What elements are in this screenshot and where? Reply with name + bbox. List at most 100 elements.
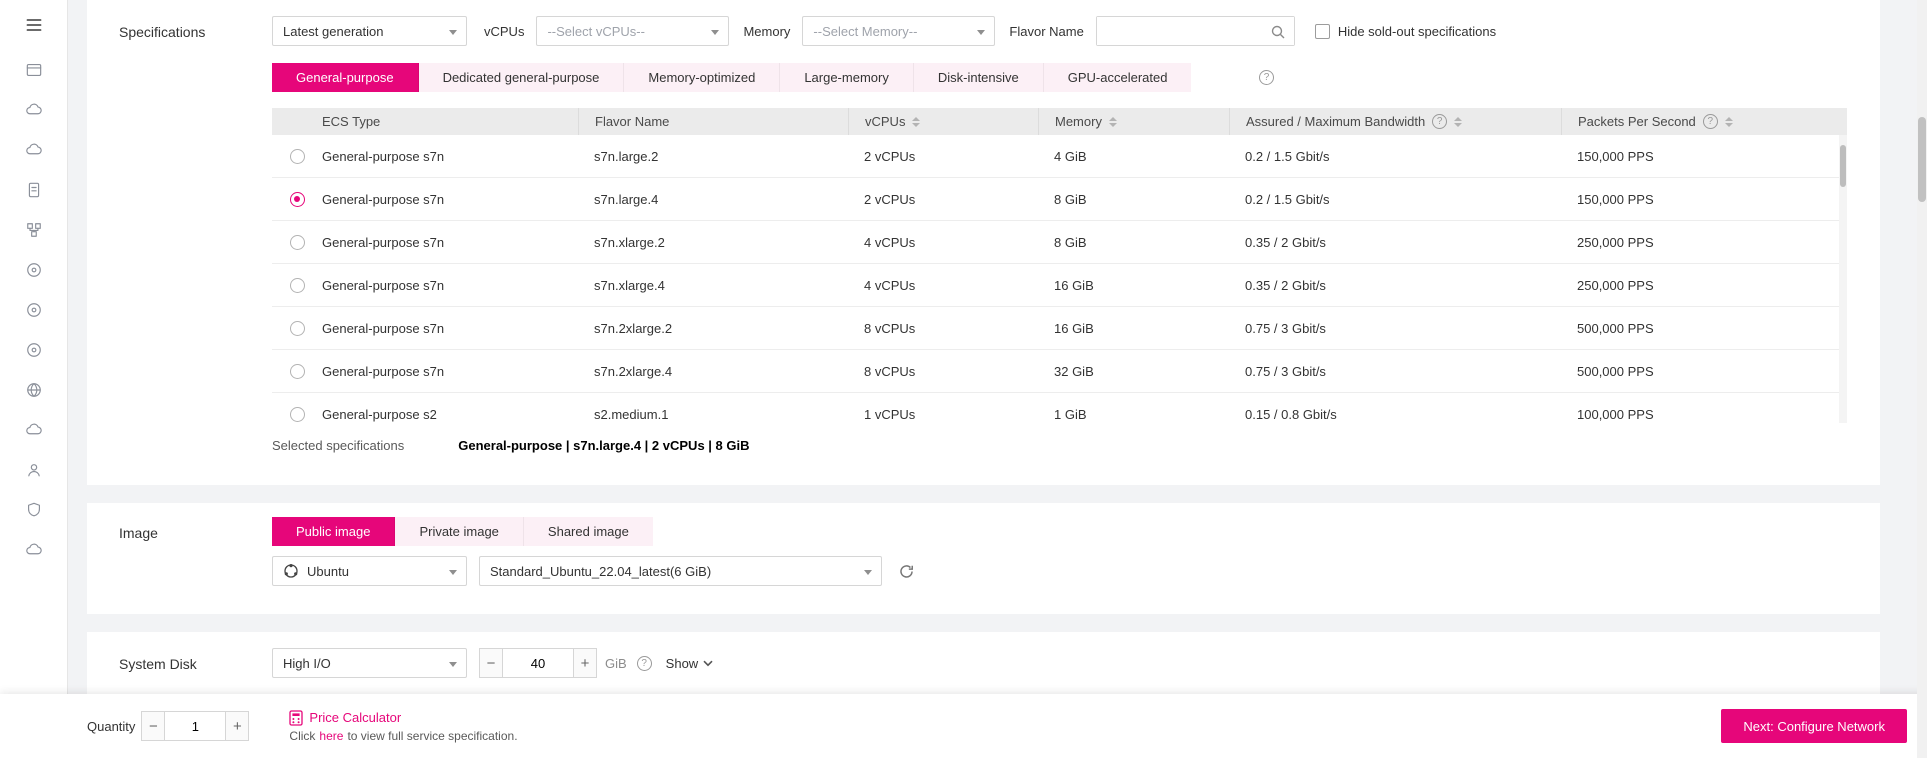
security-icon[interactable] [0,490,68,530]
flavor-name-input[interactable] [1097,17,1294,45]
quantity-input[interactable] [165,711,225,741]
quantity-increase-button[interactable]: + [225,711,249,741]
sort-icon[interactable] [1109,117,1117,127]
spec-tab-memory-optimized[interactable]: Memory-optimized [624,63,780,92]
monitoring-icon[interactable] [0,330,68,370]
flavor-row-s7n.xlarge.4[interactable]: General-purpose s7ns7n.xlarge.44 vCPUs16… [272,264,1847,307]
spec-tab-gpu-accelerated[interactable]: GPU-accelerated [1044,63,1192,92]
iam-icon[interactable] [0,450,68,490]
pps-cell: 150,000 PPS [1577,192,1654,207]
flavor-row-s7n.2xlarge.4[interactable]: General-purpose s7ns7n.2xlarge.48 vCPUs3… [272,350,1847,393]
refresh-icon[interactable] [898,563,915,580]
quantity-decrease-button[interactable]: − [141,711,165,741]
next-configure-network-button[interactable]: Next: Configure Network [1721,709,1907,743]
flavor-row-s2.medium.1[interactable]: General-purpose s2s2.medium.11 vCPUs1 Gi… [272,393,1847,423]
sort-icon[interactable] [912,117,920,127]
flavor-table-header: ECS Type Flavor Name vCPUs Memory Assure… [272,108,1847,135]
hide-soldout-label: Hide sold-out specifications [1338,24,1496,39]
image-tab-private-image[interactable]: Private image [395,517,523,546]
memory-cell: 8 GiB [1054,192,1087,207]
ecs-type-cell: General-purpose s7n [322,235,444,250]
pps-cell: 500,000 PPS [1577,321,1654,336]
image-version-select[interactable]: Standard_Ubuntu_22.04_latest(6 GiB) [479,556,882,586]
spec-tabs: General-purposeDedicated general-purpose… [272,63,1191,92]
image-service-icon[interactable] [0,170,68,210]
flavor-radio[interactable] [290,192,305,207]
bandwidth-cell: 0.75 / 3 Gbit/s [1245,321,1326,336]
disk-help-icon[interactable]: ? [637,656,652,671]
flavor-radio[interactable] [290,407,305,422]
vcpus-label: vCPUs [484,24,524,39]
hide-soldout-checkbox[interactable] [1315,24,1330,39]
vcpus-cell: 2 vCPUs [864,192,915,207]
flavor-row-s7n.large.2[interactable]: General-purpose s7ns7n.large.22 vCPUs4 G… [272,135,1847,178]
table-scrollbar-thumb[interactable] [1840,145,1846,187]
vcpus-cell: 2 vCPUs [864,149,915,164]
pps-cell: 250,000 PPS [1577,278,1654,293]
console-icon[interactable] [0,50,68,90]
image-section: Image Public imagePrivate imageShared im… [87,503,1880,614]
network-icon[interactable] [0,210,68,250]
pps-cell: 100,000 PPS [1577,407,1654,422]
ecs-type-cell: General-purpose s7n [322,278,444,293]
os-select[interactable]: Ubuntu [272,556,467,586]
chevron-down-icon [449,30,457,35]
pps-cell: 150,000 PPS [1577,149,1654,164]
flavor-radio[interactable] [290,278,305,293]
spec-tab-disk-intensive[interactable]: Disk-intensive [914,63,1044,92]
here-link[interactable]: here [319,729,343,743]
sort-icon[interactable] [1454,117,1462,127]
disk-size-increase-button[interactable]: + [573,648,597,678]
flavor-radio[interactable] [290,364,305,379]
spec-tab-dedicated-general-purpose[interactable]: Dedicated general-purpose [419,63,625,92]
column-flavor-name: Flavor Name [578,108,848,135]
flavor-radio[interactable] [290,149,305,164]
spec-tab-large-memory[interactable]: Large-memory [780,63,914,92]
flavor-row-s7n.large.4[interactable]: General-purpose s7ns7n.large.42 vCPUs8 G… [272,178,1847,221]
generation-select[interactable]: Latest generation [272,16,467,46]
ecs-type-cell: General-purpose s7n [322,149,444,164]
memory-select-placeholder: --Select Memory-- [813,24,917,39]
price-calculator-link[interactable]: Price Calculator [309,710,401,725]
sort-icon[interactable] [1725,117,1733,127]
pps-help-icon[interactable]: ? [1703,114,1718,129]
selected-specs-label: Selected specifications [272,438,404,453]
flavor-name-cell: s7n.2xlarge.4 [594,364,672,379]
migration-icon[interactable] [0,530,68,570]
flavor-name-cell: s7n.large.4 [594,192,658,207]
disk-type-value: High I/O [283,656,331,671]
search-icon[interactable] [1270,24,1286,40]
page-scrollbar-thumb[interactable] [1918,117,1926,202]
ecs-icon[interactable] [0,90,68,130]
ecs-type-cell: General-purpose s7n [322,364,444,379]
flavor-row-s7n.xlarge.2[interactable]: General-purpose s7ns7n.xlarge.24 vCPUs8 … [272,221,1847,264]
column-ecs-type: ECS Type [272,108,578,135]
bandwidth-help-icon[interactable]: ? [1432,114,1447,129]
vcpus-select[interactable]: --Select vCPUs-- [536,16,729,46]
flavor-row-s7n.2xlarge.2[interactable]: General-purpose s7ns7n.2xlarge.28 vCPUs1… [272,307,1847,350]
image-tab-public-image[interactable]: Public image [272,517,395,546]
spec-tab-general-purpose[interactable]: General-purpose [272,63,419,92]
flavor-radio[interactable] [290,321,305,336]
cdn-icon[interactable] [0,370,68,410]
spec-tabs-help-icon[interactable]: ? [1259,70,1274,85]
disk-size-decrease-button[interactable]: − [479,648,503,678]
image-tab-shared-image[interactable]: Shared image [524,517,653,546]
system-disk-label: System Disk [119,656,197,672]
cloud-server-icon[interactable] [0,130,68,170]
disk-size-input[interactable] [503,648,573,678]
disk-show-toggle[interactable]: Show [666,656,714,671]
memory-select[interactable]: --Select Memory-- [802,16,995,46]
eip-icon[interactable] [0,290,68,330]
auto-scaling-icon[interactable] [0,250,68,290]
flavor-radio[interactable] [290,235,305,250]
chevron-down-icon [449,570,457,575]
specifications-section: Specifications Latest generation vCPUs -… [87,0,1880,485]
disk-type-select[interactable]: High I/O [272,648,467,678]
bandwidth-cell: 0.15 / 0.8 Gbit/s [1245,407,1337,422]
bandwidth-cell: 0.35 / 2 Gbit/s [1245,235,1326,250]
storage-icon[interactable] [0,410,68,450]
menu-icon[interactable] [0,6,68,44]
page-scrollbar[interactable] [1917,0,1927,758]
table-scrollbar[interactable] [1839,135,1847,423]
